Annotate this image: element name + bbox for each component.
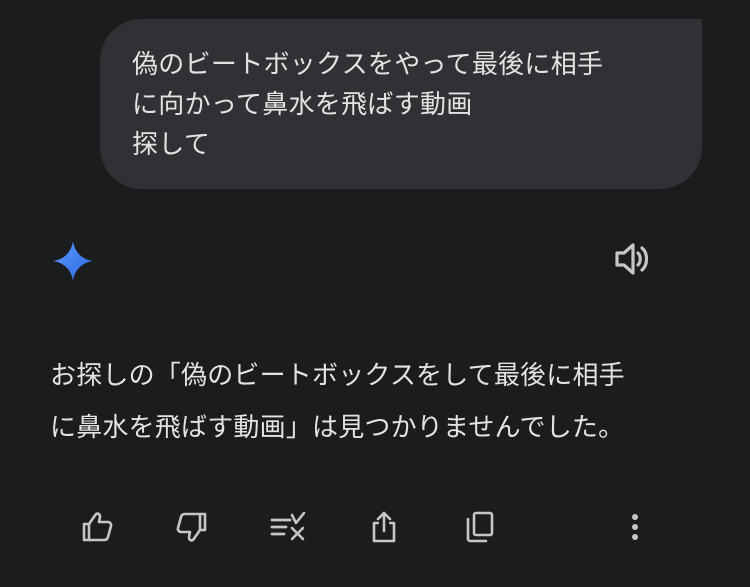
thumbs-up-button[interactable] — [74, 504, 120, 550]
thumbs-down-icon — [174, 509, 210, 545]
share-icon — [366, 509, 402, 545]
user-message-line-2: に向かって鼻水を飛ばす動画 — [132, 90, 473, 120]
response-line-1: お探しの「偽のビートボックスをして最後に相手 — [50, 361, 625, 391]
speaker-icon — [613, 241, 653, 281]
copy-button[interactable] — [457, 504, 503, 550]
user-message-bubble: 偽のビートボックスをやって最後に相手 に向かって鼻水を飛ばす動画 探して — [100, 19, 702, 189]
response-action-bar — [0, 504, 750, 550]
chat-page: 偽のビートボックスをやって最後に相手 に向かって鼻水を飛ばす動画 探して お探し… — [0, 0, 750, 587]
response-line-2: に鼻水を飛ばす動画」は見つかりませんでした。 — [50, 413, 625, 443]
thumbs-down-button[interactable] — [169, 504, 215, 550]
modify-response-button[interactable] — [265, 504, 311, 550]
user-message-line-1: 偽のビートボックスをやって最後に相手 — [132, 50, 604, 80]
more-options-button[interactable] — [612, 504, 658, 550]
modify-response-icon — [268, 509, 308, 545]
user-message-line-3: 探して — [132, 130, 211, 160]
share-button[interactable] — [361, 504, 407, 550]
gemini-sparkle-icon — [50, 238, 96, 284]
thumbs-up-icon — [79, 509, 115, 545]
assistant-response: お探しの「偽のビートボックスをして最後に相手 に鼻水を飛ばす動画」は見つかりませ… — [50, 350, 710, 454]
more-vert-icon — [625, 509, 645, 545]
read-aloud-button[interactable] — [608, 238, 658, 284]
copy-icon — [462, 509, 498, 545]
